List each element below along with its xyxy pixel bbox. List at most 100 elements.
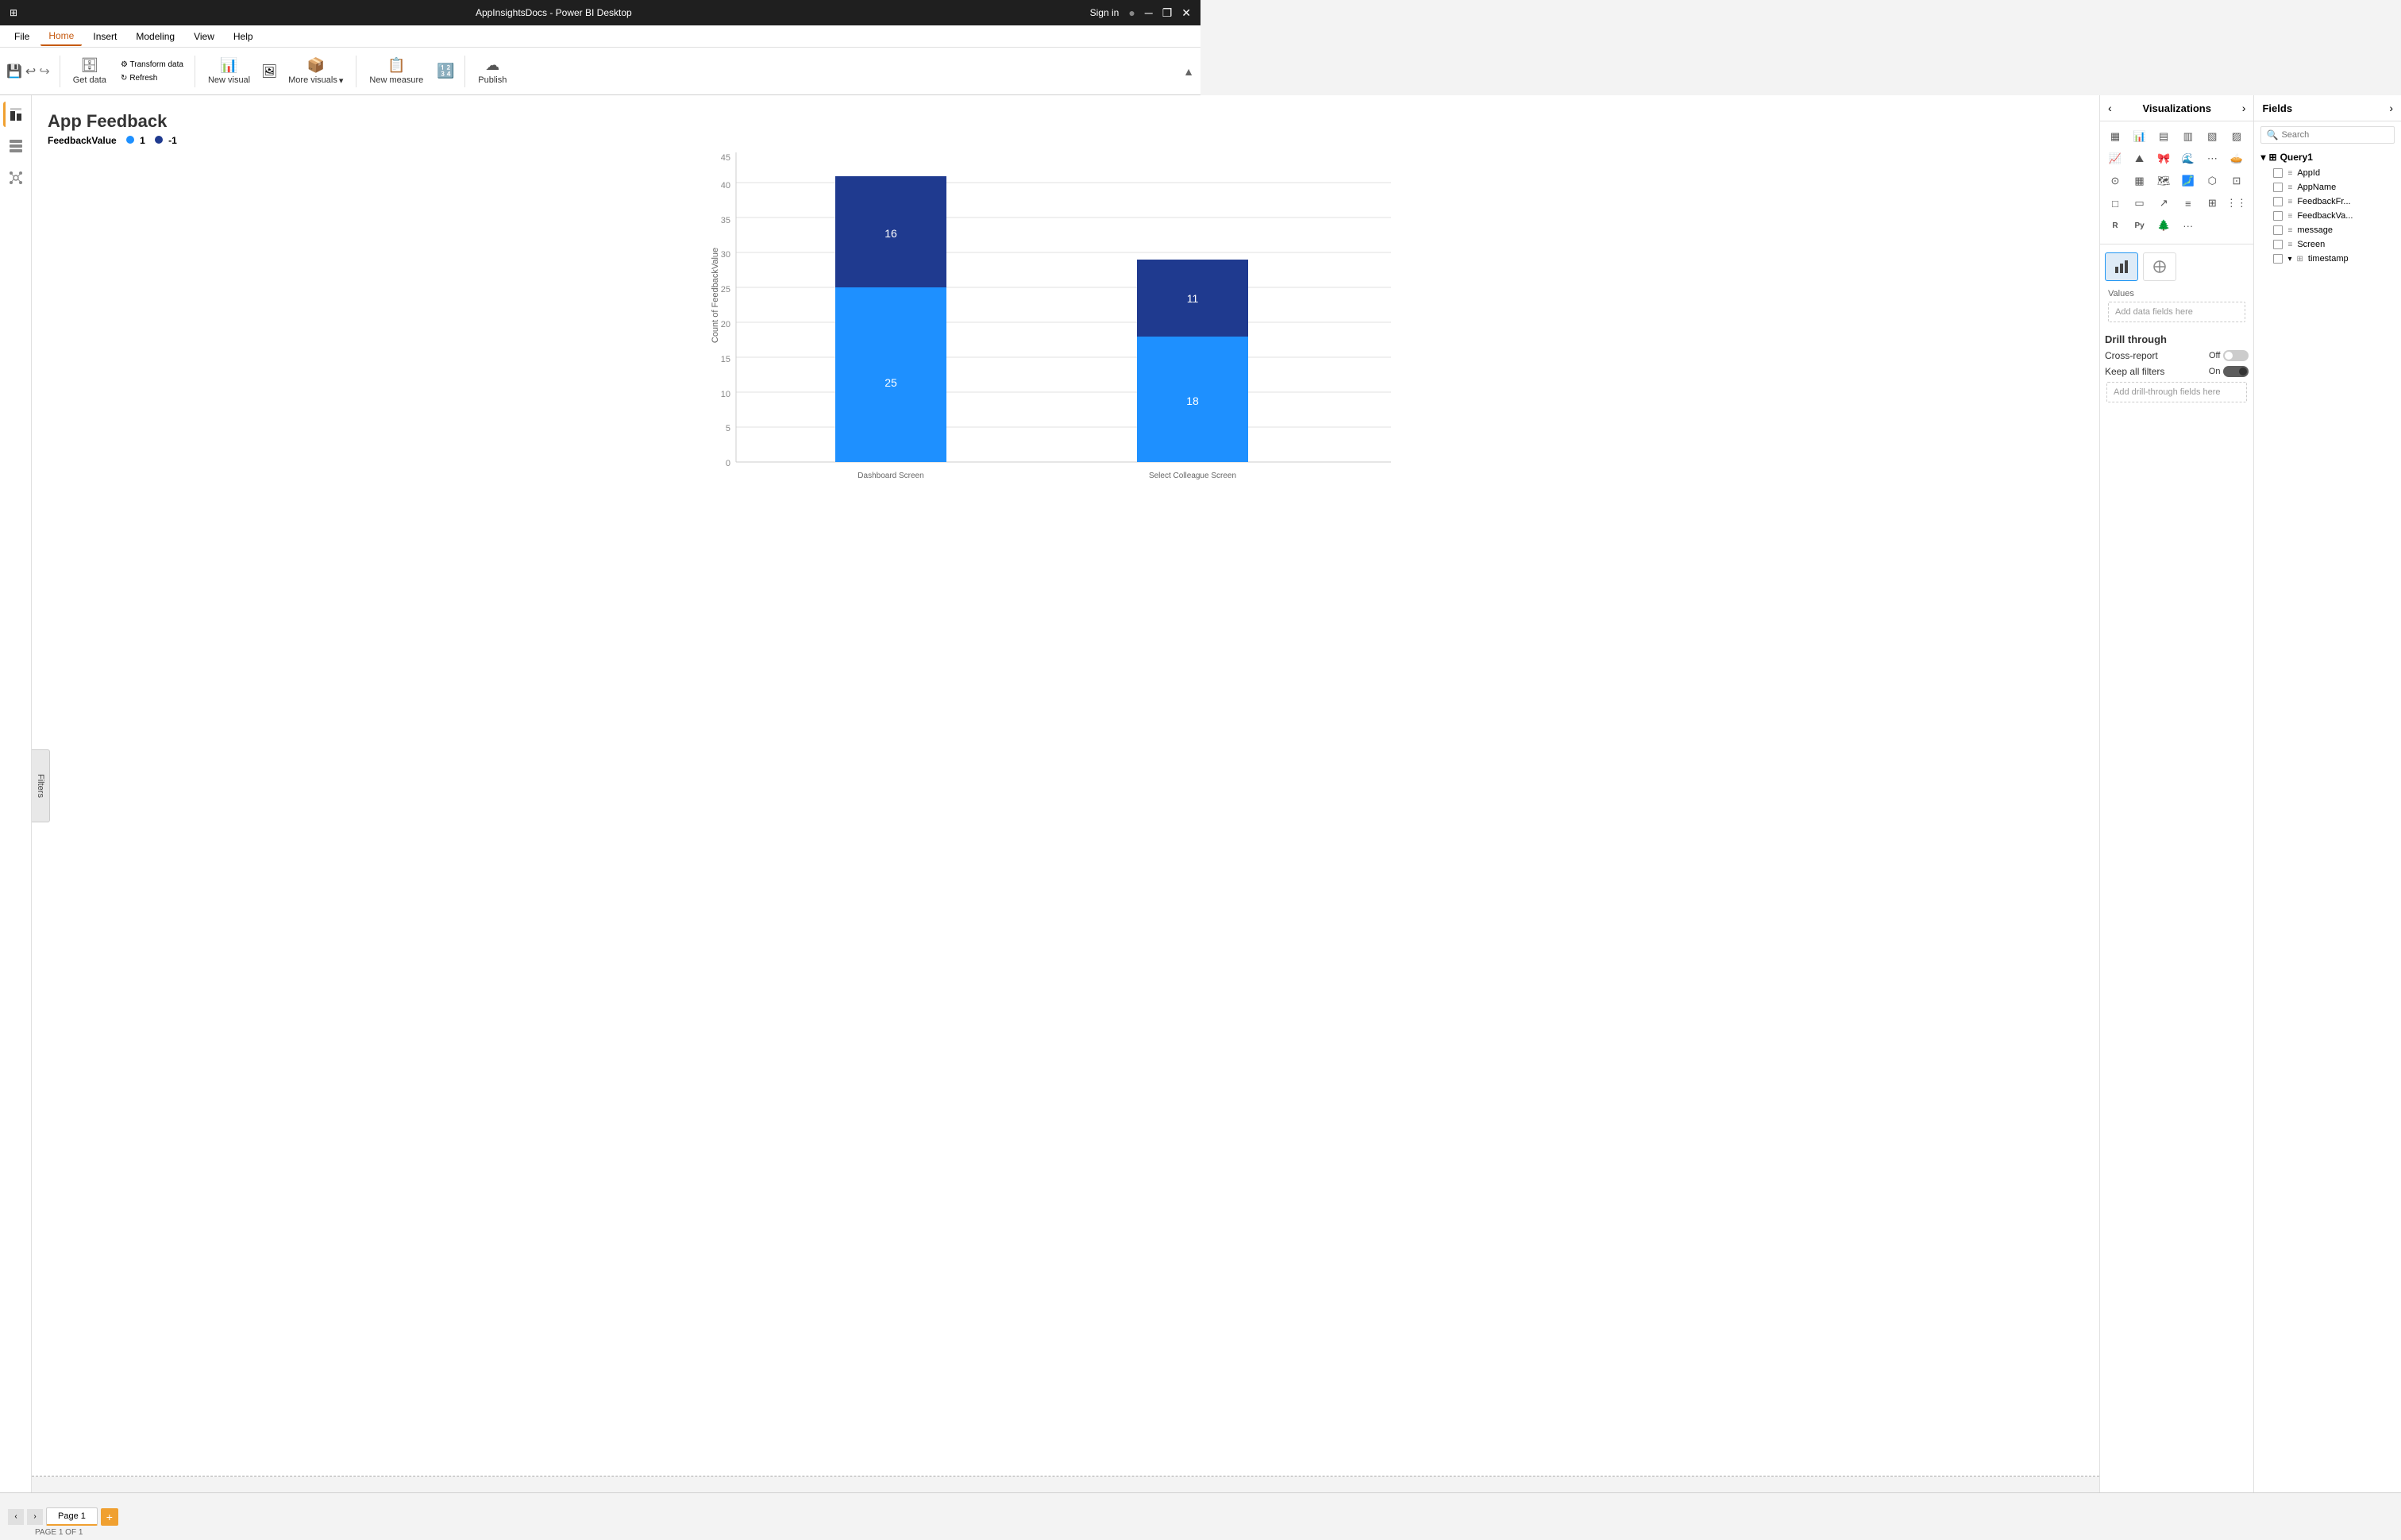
- undo-icon[interactable]: ↩: [25, 64, 36, 79]
- viz-r-script[interactable]: R: [2105, 215, 2125, 236]
- timestamp-checkbox[interactable]: [2273, 254, 2283, 264]
- keep-filters-track[interactable]: [2223, 366, 2249, 377]
- feedbackva-checkbox[interactable]: [2273, 211, 2283, 221]
- viz-waterfall[interactable]: 🌊: [2178, 148, 2199, 169]
- page-prev-btn[interactable]: ‹: [8, 1509, 24, 1525]
- fields-expand-icon[interactable]: ›: [2389, 102, 2393, 114]
- menu-insert[interactable]: Insert: [85, 28, 125, 45]
- viz-100pct-bar[interactable]: ▨: [2226, 126, 2247, 147]
- cross-report-toggle[interactable]: Off: [2209, 350, 2249, 361]
- menu-file[interactable]: File: [6, 28, 37, 45]
- drill-through-dropzone[interactable]: Add drill-through fields here: [2106, 382, 2247, 402]
- feedbackfr-checkbox[interactable]: [2273, 197, 2283, 206]
- chart-svg: 0 5 10 15 20 25 30 35 40 45: [48, 152, 2083, 486]
- svg-text:25: 25: [884, 376, 897, 389]
- field-item-message[interactable]: ≡ message: [2260, 223, 2395, 237]
- menu-modeling[interactable]: Modeling: [128, 28, 183, 45]
- viz-donut[interactable]: ⊙: [2105, 171, 2125, 191]
- viz-filled-map[interactable]: 🗾: [2178, 171, 2199, 191]
- viz-decomp-tree[interactable]: 🌲: [2153, 215, 2174, 236]
- refresh-btn[interactable]: ↻ Refresh: [118, 72, 187, 84]
- viz-kpi[interactable]: ↗: [2153, 193, 2174, 214]
- viz-area-chart[interactable]: ⛰: [2129, 148, 2150, 169]
- menu-view[interactable]: View: [186, 28, 222, 45]
- model-view-icon[interactable]: [3, 165, 29, 191]
- viz-slicer[interactable]: ≡: [2178, 193, 2199, 214]
- viz-pie-chart[interactable]: 🥧: [2226, 148, 2247, 169]
- query1-group-header[interactable]: ▾ ⊞ Query1: [2260, 148, 2395, 166]
- visual-gallery-btn[interactable]: 🖼: [260, 51, 279, 92]
- appname-checkbox[interactable]: [2273, 183, 2283, 192]
- viz-bar-chart[interactable]: ▦: [2105, 126, 2125, 147]
- minimize-button[interactable]: ─: [1145, 6, 1153, 19]
- viz-stacked-col[interactable]: ▥: [2178, 126, 2199, 147]
- field-item-feedbackva[interactable]: ≡ FeedbackVa...: [2260, 209, 2395, 223]
- cross-report-track[interactable]: [2223, 350, 2249, 361]
- search-icon: 🔍: [2266, 129, 2278, 141]
- viz-python[interactable]: Py: [2129, 215, 2150, 236]
- viz-column-chart[interactable]: 📊: [2129, 126, 2150, 147]
- fields-search-input[interactable]: [2281, 130, 2389, 140]
- ribbon-collapse-btn[interactable]: ▲: [1183, 65, 1194, 78]
- viz-build-tab[interactable]: [2105, 252, 2138, 281]
- new-visual-button[interactable]: 📊 New visual: [202, 51, 256, 92]
- redo-icon[interactable]: ↪: [39, 64, 49, 79]
- menu-home[interactable]: Home: [40, 27, 82, 46]
- viz-map[interactable]: 🗺: [2153, 171, 2174, 191]
- publish-button[interactable]: ☁ Publish: [472, 51, 513, 92]
- feedbackfr-label: FeedbackFr...: [2297, 197, 2350, 206]
- viz-format-tab[interactable]: [2143, 252, 2176, 281]
- sign-in-button[interactable]: Sign in: [1090, 7, 1120, 18]
- field-item-appid[interactable]: ≡ AppId: [2260, 166, 2395, 180]
- field-item-screen[interactable]: ≡ Screen: [2260, 237, 2395, 252]
- new-measure-icon: 📋: [387, 57, 405, 74]
- keep-filters-toggle[interactable]: On: [2209, 366, 2249, 377]
- add-page-button[interactable]: +: [101, 1508, 118, 1526]
- viz-back-arrow[interactable]: ‹: [2108, 102, 2112, 114]
- viz-funnel[interactable]: ⬡: [2202, 171, 2222, 191]
- appid-checkbox[interactable]: [2273, 168, 2283, 178]
- viz-ribbon-chart[interactable]: 🎀: [2153, 148, 2174, 169]
- field-item-timestamp[interactable]: ▾ ⊞ timestamp: [2260, 252, 2395, 266]
- new-measure-button[interactable]: 📋 New measure: [363, 51, 430, 92]
- field-item-feedbackfr[interactable]: ≡ FeedbackFr...: [2260, 194, 2395, 209]
- filters-panel-toggle[interactable]: Filters: [32, 749, 50, 822]
- values-dropzone[interactable]: Add data fields here: [2108, 302, 2245, 322]
- quick-measure-btn[interactable]: 🔢: [433, 51, 458, 92]
- get-data-button[interactable]: 🗄 Get data: [67, 51, 113, 92]
- page-next-btn[interactable]: ›: [27, 1509, 43, 1525]
- viz-matrix[interactable]: ⋮⋮: [2226, 193, 2247, 214]
- viz-card[interactable]: □: [2105, 193, 2125, 214]
- left-sidebar: [0, 95, 32, 1540]
- viz-panel-header: ‹ Visualizations ›: [2100, 95, 2253, 121]
- viz-clustered-bar[interactable]: ▧: [2202, 126, 2222, 147]
- viz-more-icons[interactable]: ···: [2178, 215, 2199, 236]
- report-view-icon[interactable]: [3, 102, 29, 127]
- viz-gauge[interactable]: ⊡: [2226, 171, 2247, 191]
- more-visuals-button[interactable]: 📦 More visuals ▾: [282, 51, 349, 92]
- viz-scatter[interactable]: ⋯: [2202, 148, 2222, 169]
- report-canvas[interactable]: Filters App Feedback FeedbackValue 1 -1 …: [32, 95, 2099, 1476]
- menu-help[interactable]: Help: [225, 28, 261, 45]
- save-icon[interactable]: 💾: [6, 64, 22, 79]
- restore-button[interactable]: ❐: [1162, 6, 1173, 20]
- svg-text:5: 5: [726, 424, 730, 433]
- svg-text:16: 16: [884, 227, 897, 240]
- close-button[interactable]: ✕: [1181, 6, 1191, 20]
- field-item-appname[interactable]: ≡ AppName: [2260, 180, 2395, 194]
- right-panel: ‹ Visualizations › ▦ 📊 ▤ ▥ ▧ ▨ 📈 ⛰ 🎀 🌊 ⋯…: [2099, 95, 2401, 1492]
- viz-multirow-card[interactable]: ▭: [2129, 193, 2150, 214]
- transform-data-btn[interactable]: ⚙ Transform data: [118, 59, 187, 71]
- viz-treemap[interactable]: ▦: [2129, 171, 2150, 191]
- titlebar-title: AppInsightsDocs - Power BI Desktop: [17, 7, 1090, 18]
- appname-label: AppName: [2297, 183, 2336, 192]
- page-1-tab[interactable]: Page 1: [46, 1507, 98, 1526]
- fields-search-box[interactable]: 🔍: [2260, 126, 2395, 144]
- screen-checkbox[interactable]: [2273, 240, 2283, 249]
- viz-stacked-bar[interactable]: ▤: [2153, 126, 2174, 147]
- message-checkbox[interactable]: [2273, 225, 2283, 235]
- data-view-icon[interactable]: [3, 133, 29, 159]
- viz-forward-arrow[interactable]: ›: [2242, 102, 2246, 114]
- viz-table[interactable]: ⊞: [2202, 193, 2222, 214]
- viz-line-chart[interactable]: 📈: [2105, 148, 2125, 169]
